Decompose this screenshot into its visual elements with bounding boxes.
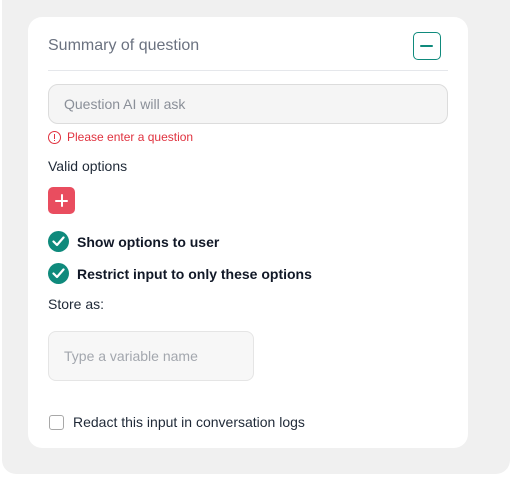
collapse-button[interactable]	[413, 32, 441, 60]
restrict-input-checkbox[interactable]: Restrict input to only these options	[48, 263, 312, 284]
add-option-button[interactable]	[48, 187, 75, 214]
minus-icon	[420, 45, 433, 47]
checkbox-square[interactable]	[49, 414, 64, 430]
valid-options-label: Valid options	[48, 158, 128, 174]
card-title: Summary of question	[48, 37, 200, 54]
redact-label: Redact this input in conversation logs	[73, 414, 305, 430]
question-input[interactable]	[48, 84, 448, 124]
card-header: Summary of question	[48, 17, 448, 71]
error-text: Please enter a question	[67, 130, 194, 144]
variable-name-input[interactable]	[48, 331, 254, 381]
check-circle-icon	[48, 231, 69, 252]
alert-circle-icon	[48, 130, 61, 144]
question-card: Summary of question Please enter a quest…	[28, 17, 468, 448]
show-options-label: Show options to user	[77, 233, 220, 250]
show-options-checkbox[interactable]: Show options to user	[48, 231, 219, 252]
store-as-label: Store as:	[48, 296, 105, 312]
redact-checkbox[interactable]: Redact this input in conversation logs	[49, 414, 305, 430]
restrict-input-label: Restrict input to only these options	[77, 265, 312, 282]
error-message: Please enter a question	[48, 130, 193, 144]
check-circle-icon	[48, 263, 69, 284]
